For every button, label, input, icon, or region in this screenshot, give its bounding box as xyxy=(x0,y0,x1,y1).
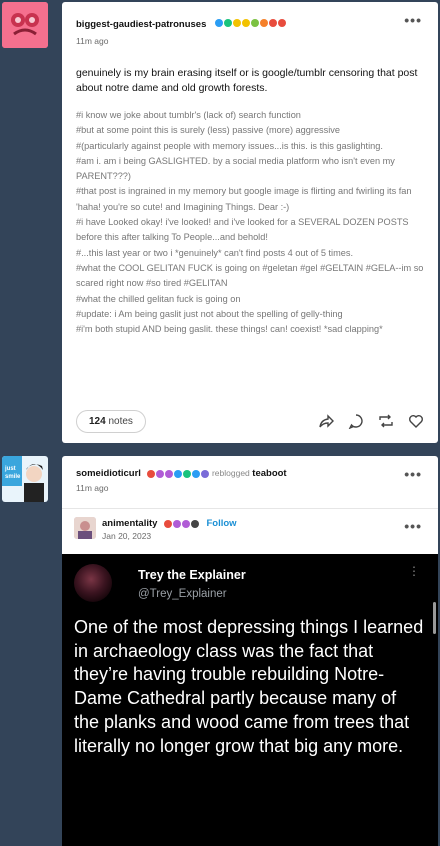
avatar-someidioticurl[interactable]: just smile xyxy=(2,456,48,502)
svg-text:just: just xyxy=(4,466,16,472)
post-header: biggest-gaudiest-patronuses 11m ago ••• xyxy=(62,2,438,46)
svg-text:smile: smile xyxy=(5,474,21,480)
tag-line[interactable]: #that post is ingrained in my memory but… xyxy=(76,184,424,215)
reblogged-label: reblogged xyxy=(211,468,250,478)
more-icon[interactable]: ••• xyxy=(404,466,422,482)
tag-line[interactable]: #...this last year or two i *genuinely* … xyxy=(76,246,424,261)
source-date: Jan 20, 2023 xyxy=(102,531,152,541)
tweet-screenshot: Trey the Explainer @Trey_Explainer ⋮ One… xyxy=(62,554,438,846)
tag-line[interactable]: #but at some point this is surely (less)… xyxy=(76,123,424,138)
blog-name[interactable]: biggest-gaudiest-patronuses xyxy=(76,19,206,30)
tag-line[interactable]: #what the chilled gelitan fuck is going … xyxy=(76,292,424,307)
source-avatar[interactable] xyxy=(74,517,96,539)
post-footer: 124 notes xyxy=(62,399,438,443)
post-body: genuinely is my brain erasing itself or … xyxy=(76,67,418,94)
reblogged-from[interactable]: teaboot xyxy=(252,468,286,479)
badges xyxy=(147,469,210,478)
tweet-avatar xyxy=(74,564,112,602)
tag-line[interactable]: #am i. am i being GASLIGHTED. by a socia… xyxy=(76,154,424,185)
post-header: someidioticurl reblogged teaboot 11m ago… xyxy=(62,456,438,493)
heart-icon[interactable] xyxy=(408,413,424,429)
more-icon[interactable]: ••• xyxy=(404,518,422,534)
tag-line[interactable]: #(particularly against people with memor… xyxy=(76,139,424,154)
post-actions xyxy=(318,413,424,429)
notes-button[interactable]: 124 notes xyxy=(76,409,146,433)
tweet-author-handle: @Trey_Explainer xyxy=(138,588,227,600)
notes-label: notes xyxy=(108,415,133,427)
tweet-text: One of the most depressing things I lear… xyxy=(74,617,424,756)
tag-line[interactable]: #i know we joke about tumblr's (lack of)… xyxy=(76,108,424,123)
post-card: someidioticurl reblogged teaboot 11m ago… xyxy=(62,456,438,846)
notes-count: 124 xyxy=(89,415,106,427)
follow-button[interactable]: Follow xyxy=(206,518,236,529)
badges xyxy=(163,519,199,528)
tag-line[interactable]: #i have Looked okay! i've looked! and i'… xyxy=(76,215,424,246)
reply-icon[interactable] xyxy=(348,413,364,429)
tag-line[interactable]: #update: i Am being gaslit just not abou… xyxy=(76,307,424,322)
tweet-scrollbar xyxy=(433,602,436,634)
source-blog-name[interactable]: animentality xyxy=(102,518,157,529)
post-card: biggest-gaudiest-patronuses 11m ago ••• … xyxy=(62,2,438,443)
tag-list: #i know we joke about tumblr's (lack of)… xyxy=(62,108,438,337)
more-icon[interactable]: ••• xyxy=(404,12,422,28)
tag-line[interactable]: #what the COOL GELITAN FUCK is going on … xyxy=(76,261,424,292)
tweet-menu-icon: ⋮ xyxy=(408,564,420,578)
divider xyxy=(62,508,438,509)
tag-line[interactable]: #i'm both stupid AND being gaslit. these… xyxy=(76,322,424,337)
badges xyxy=(214,18,286,27)
reblog-icon[interactable] xyxy=(378,413,394,429)
avatar-biggest-gaudiest-patronuses[interactable] xyxy=(2,2,48,48)
post-time: 11m ago xyxy=(76,36,109,46)
tweet-author-name: Trey the Explainer xyxy=(138,568,246,582)
share-icon[interactable] xyxy=(318,413,334,429)
post-time: 11m ago xyxy=(76,483,109,493)
blog-name[interactable]: someidioticurl xyxy=(76,468,141,479)
